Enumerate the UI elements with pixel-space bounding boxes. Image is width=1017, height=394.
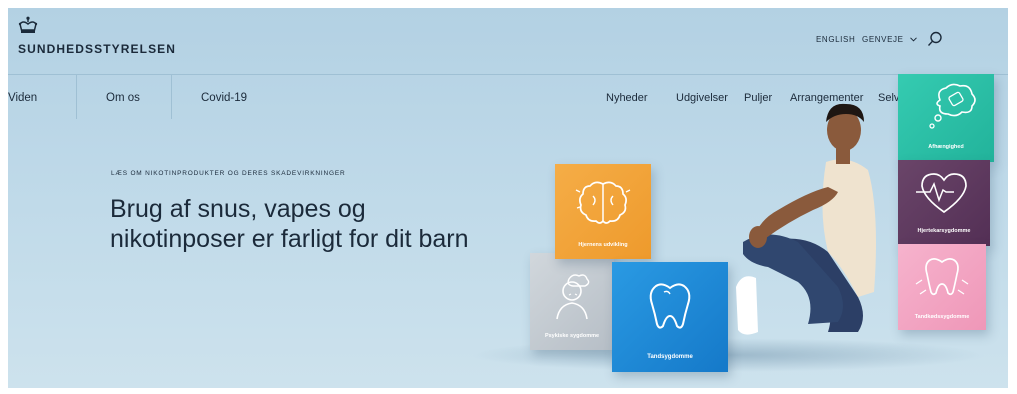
box-label: Hjernens udvikling	[578, 242, 628, 248]
hero-headline[interactable]: Brug af snus, vapes og nikotinposer er f…	[110, 194, 469, 254]
box-afhaengighed: Afhængighed	[898, 74, 994, 162]
nav-item-om-os[interactable]: Om os	[106, 92, 140, 104]
box-psykiske-sygdomme: Psykiske sygdomme	[530, 253, 614, 350]
search-icon[interactable]	[927, 31, 943, 47]
person-thought-icon	[556, 274, 590, 320]
box-hjernens-udvikling: Hjernens udvikling	[555, 164, 651, 259]
box-label: Tandkødssygdomme	[914, 314, 970, 320]
box-label: Afhængighed	[928, 144, 964, 150]
page: SUNDHEDSSTYRELSEN ENGLISH GENVEJE Viden …	[0, 0, 1017, 394]
tooth-icon	[649, 283, 691, 329]
headline-line-2: nikotinposer er farligt for dit barn	[110, 225, 469, 253]
chevron-down-icon	[910, 37, 918, 42]
box-tandkoedssygdomme: Tandkødssygdomme	[898, 244, 986, 330]
person-sitting-illustration	[736, 103, 876, 335]
english-link[interactable]: ENGLISH	[816, 35, 855, 44]
brand-wordmark: SUNDHEDSSTYRELSEN	[18, 42, 177, 56]
hero-kicker: LÆS OM NIKOTINPRODUKTER OG DERES SKADEVI…	[111, 170, 346, 177]
nav-item-nyheder[interactable]: Nyheder	[606, 92, 648, 104]
genveje-label: GENVEJE	[862, 35, 904, 44]
nav-item-viden[interactable]: Viden	[8, 92, 37, 104]
crown-logo-icon	[18, 16, 38, 33]
box-label: Hjertekarsygdomme	[917, 228, 971, 234]
box-label: Psykiske sygdomme	[544, 333, 600, 339]
tooth-gum-icon	[915, 258, 969, 296]
top-bar: SUNDHEDSSTYRELSEN ENGLISH GENVEJE	[8, 8, 1008, 75]
nav-divider	[76, 75, 77, 119]
heart-pulse-icon	[916, 173, 967, 214]
box-label: Tandsygdomme	[647, 354, 693, 360]
brain-icon	[575, 181, 631, 224]
headline-line-1: Brug af snus, vapes og	[110, 195, 366, 223]
nav-item-covid[interactable]: Covid-19	[201, 92, 247, 104]
nav-divider	[171, 75, 172, 119]
thought-bubble-icon	[929, 83, 976, 129]
box-hjertekarsygdomme: Hjertekarsygdomme	[898, 160, 990, 246]
genveje-menu[interactable]: GENVEJE	[862, 35, 918, 44]
hero-banner: SUNDHEDSSTYRELSEN ENGLISH GENVEJE Viden …	[8, 8, 1008, 388]
